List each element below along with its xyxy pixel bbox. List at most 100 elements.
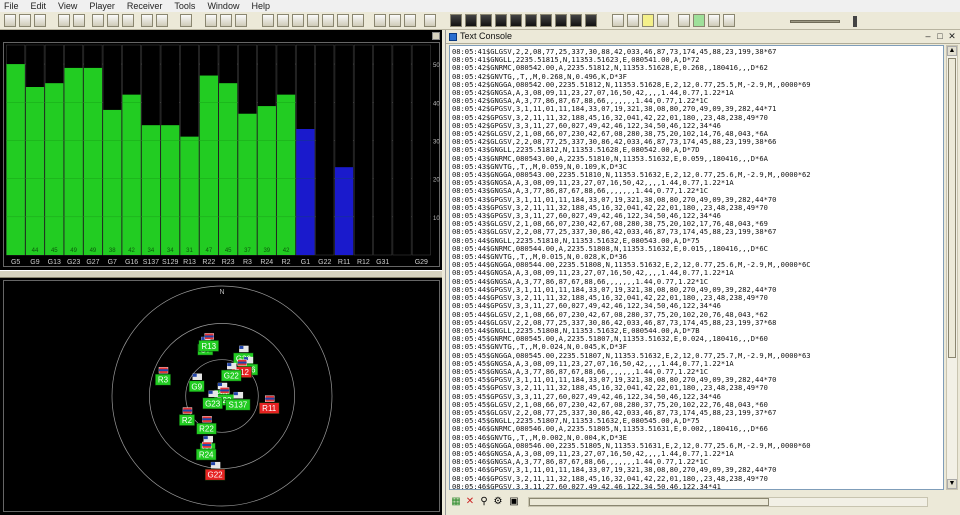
step-forward-icon[interactable] bbox=[678, 14, 690, 27]
chart-icon[interactable] bbox=[352, 14, 364, 27]
prn-label: G31 bbox=[376, 259, 389, 266]
prn-label: R23 bbox=[222, 259, 235, 266]
scroll-down-icon[interactable]: ▼ bbox=[947, 479, 957, 489]
prn-label: S129 bbox=[162, 259, 178, 266]
satellite-label: S137 bbox=[229, 401, 248, 410]
flag-stripe bbox=[204, 335, 214, 338]
console-bottom-toolbar: ▦ ✕ ⚲ ⚙ ▣ bbox=[446, 492, 960, 512]
y-tick-label: 20 bbox=[433, 178, 440, 184]
panel-scroll-up-icon[interactable] bbox=[432, 32, 440, 40]
console-hscroll-thumb[interactable] bbox=[529, 498, 769, 506]
menu-receiver[interactable]: Receiver bbox=[127, 1, 163, 11]
stop-icon[interactable] bbox=[642, 14, 654, 27]
status-icon[interactable] bbox=[585, 14, 597, 27]
bar-value-label: 37 bbox=[244, 248, 251, 254]
menu-window[interactable]: Window bbox=[207, 1, 239, 11]
menu-help[interactable]: Help bbox=[251, 1, 270, 11]
messages-view-icon[interactable] bbox=[307, 14, 319, 27]
playback-slider-thumb[interactable] bbox=[853, 16, 857, 27]
menu-view[interactable]: View bbox=[58, 1, 77, 11]
copy-icon[interactable] bbox=[107, 14, 119, 27]
filter-icon[interactable]: ⚙ bbox=[492, 496, 504, 508]
satellite-G22: G22 bbox=[204, 461, 226, 481]
playback-speed-slider[interactable] bbox=[790, 20, 840, 23]
packet-console-icon[interactable] bbox=[262, 14, 274, 27]
menu-player[interactable]: Player bbox=[89, 1, 115, 11]
sky-view-icon[interactable] bbox=[465, 14, 477, 27]
record-icon[interactable] bbox=[627, 14, 639, 27]
autobaud-icon[interactable] bbox=[180, 14, 192, 27]
text-console-titlebar[interactable]: Text Console – □ ✕ bbox=[446, 30, 960, 44]
satellite-label: G9 bbox=[191, 382, 202, 391]
table-icon[interactable] bbox=[374, 14, 386, 27]
statistic-view-icon[interactable] bbox=[322, 14, 334, 27]
close-icon[interactable]: ✕ bbox=[946, 31, 958, 42]
sky-view-icon[interactable] bbox=[450, 14, 462, 27]
configure-icon[interactable] bbox=[337, 14, 349, 27]
prn-label: R12 bbox=[357, 259, 370, 266]
fast-forward-icon[interactable] bbox=[708, 14, 720, 27]
signal-bar-R11 bbox=[334, 167, 354, 255]
bar-value-label: 39 bbox=[263, 248, 270, 254]
console-timestamp: 08:05:46 bbox=[452, 481, 487, 490]
watch-icon[interactable] bbox=[510, 14, 522, 27]
copy-icon[interactable] bbox=[73, 14, 85, 27]
new-file-icon[interactable] bbox=[4, 14, 16, 27]
console-scroll-thumb[interactable] bbox=[948, 58, 956, 358]
save-file-icon[interactable] bbox=[34, 14, 46, 27]
tool-icon[interactable] bbox=[205, 14, 217, 27]
paste-icon[interactable] bbox=[122, 14, 134, 27]
compass-icon[interactable] bbox=[495, 14, 507, 27]
time-icon[interactable] bbox=[570, 14, 582, 27]
play-end-icon[interactable] bbox=[723, 14, 735, 27]
eject-icon[interactable] bbox=[612, 14, 624, 27]
speed-icon[interactable] bbox=[540, 14, 552, 27]
console-horizontal-scrollbar[interactable] bbox=[528, 497, 928, 507]
text-console-icon[interactable] bbox=[292, 14, 304, 27]
connection-icon[interactable] bbox=[141, 14, 153, 27]
menu-file[interactable]: File bbox=[4, 1, 19, 11]
satellite-R2: R2 bbox=[179, 407, 195, 426]
pause-icon[interactable] bbox=[657, 14, 669, 27]
signal-view-icon[interactable] bbox=[480, 14, 492, 27]
cut-icon[interactable] bbox=[92, 14, 104, 27]
satellite-label: G23 bbox=[205, 399, 221, 408]
menu-edit[interactable]: Edit bbox=[31, 1, 47, 11]
bar-value-label: 34 bbox=[148, 248, 155, 254]
histogram-icon[interactable] bbox=[389, 14, 401, 27]
clear-icon[interactable]: ✕ bbox=[464, 496, 476, 508]
console-window-icon bbox=[449, 33, 457, 41]
altitude-icon[interactable] bbox=[555, 14, 567, 27]
dropdown-icon[interactable] bbox=[235, 14, 247, 27]
satellite-R22: R22 bbox=[196, 416, 217, 435]
text-console-output[interactable]: 08:05:41$GLGSV,2,2,08,77,25,337,30,88,42… bbox=[449, 45, 944, 490]
play-icon[interactable] bbox=[693, 14, 705, 27]
map-icon[interactable] bbox=[404, 14, 416, 27]
prn-label: G16 bbox=[125, 259, 138, 266]
options-icon[interactable]: ▣ bbox=[508, 496, 520, 508]
menu-tools[interactable]: Tools bbox=[174, 1, 195, 11]
lock-icon[interactable]: ▦ bbox=[450, 496, 462, 508]
signal-bar-R23 bbox=[219, 83, 238, 255]
console-vertical-scrollbar[interactable]: ▲ ▼ bbox=[946, 45, 958, 490]
data-view-icon[interactable] bbox=[525, 14, 537, 27]
panel-splitter[interactable] bbox=[0, 270, 442, 278]
binary-console-icon[interactable] bbox=[277, 14, 289, 27]
restore-icon[interactable]: □ bbox=[934, 31, 946, 42]
tool-icon[interactable] bbox=[220, 14, 232, 27]
print-icon[interactable] bbox=[58, 14, 70, 27]
scroll-up-icon[interactable]: ▲ bbox=[947, 46, 957, 56]
flag-stripe bbox=[182, 409, 192, 412]
signal-bar-R3 bbox=[238, 113, 257, 256]
signal-bar-G27 bbox=[83, 67, 103, 255]
bar-slot bbox=[353, 44, 373, 256]
console-message: $GPGSV,3,3,11,27,60,027,49,42,46,122,34,… bbox=[486, 481, 721, 490]
deviation-map-icon[interactable] bbox=[424, 14, 436, 27]
satellite-label: G22 bbox=[224, 372, 240, 381]
minimize-icon[interactable]: – bbox=[922, 31, 934, 42]
sky-view-panel: NG7R13G30G16R12G22R3G9G8R23G23S137R11R2R… bbox=[3, 280, 440, 512]
open-file-icon[interactable] bbox=[19, 14, 31, 27]
baudrate-icon[interactable] bbox=[156, 14, 168, 27]
find-icon[interactable]: ⚲ bbox=[478, 496, 490, 508]
flag-canton bbox=[192, 373, 197, 377]
